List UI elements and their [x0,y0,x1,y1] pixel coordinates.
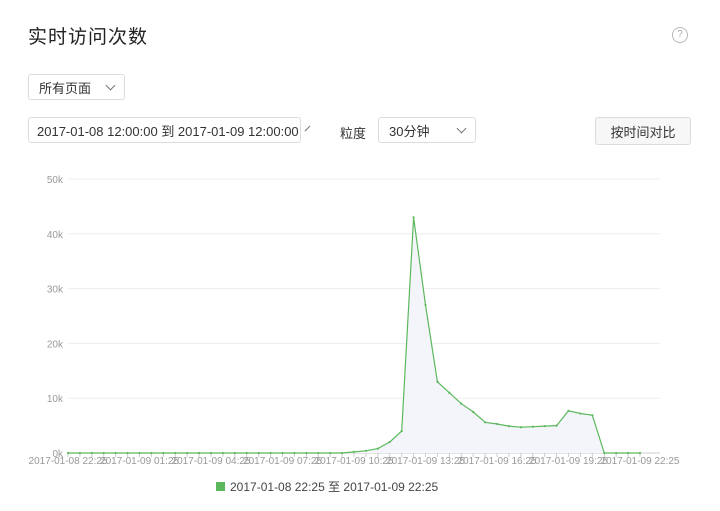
x-tick-label: 2017-01-08 22:25 [29,456,108,467]
legend-swatch [216,482,225,491]
data-point [591,414,594,417]
page-select-value: 所有页面 [39,80,92,96]
data-point [245,451,248,455]
data-point [162,451,165,455]
data-point [78,451,82,455]
date-range-select[interactable]: 2017-01-08 12:00:00 到 2017-01-09 12:00:0… [28,117,310,143]
data-point [626,451,630,455]
data-point [257,451,260,455]
data-point [317,451,320,455]
data-point [412,216,415,219]
data-point [495,422,499,426]
data-point [388,440,391,444]
x-tick-label: 2017-01-09 10:25 [315,456,394,467]
granularity-value: 30分钟 [389,123,430,139]
data-point [197,451,201,455]
granularity-label: 粒度 [340,126,367,141]
data-point [615,451,618,455]
data-point [269,451,272,455]
visits-area-chart: 0k10k20k30k40k50k2017-01-08 22:252017-01… [29,175,680,467]
data-point [340,451,344,455]
series-line [68,217,640,454]
x-tick-label: 2017-01-09 19:25 [529,456,608,467]
data-point [376,447,379,450]
data-point [126,451,129,455]
data-point [329,451,332,455]
data-point [209,451,213,455]
data-point [174,451,177,455]
date-range-value: 2017-01-08 12:00:00 到 2017-01-09 12:00:0… [37,123,299,139]
data-point [567,409,570,412]
data-point [305,451,308,455]
legend[interactable]: 2017-01-08 22:25 至 2017-01-09 22:25 [216,478,438,495]
x-tick-label: 2017-01-09 13:25 [386,456,465,467]
series-area [68,217,640,453]
data-point [543,425,546,428]
x-tick-label: 2017-01-09 22:25 [601,456,680,467]
data-point [638,451,642,455]
data-point [66,451,70,455]
y-tick-label: 50k [47,175,64,186]
x-tick-label: 2017-01-09 01:25 [100,456,179,467]
data-point [603,451,606,455]
compare-by-time-button[interactable]: 按时间对比 [595,117,691,145]
data-point [579,412,582,415]
data-point [519,426,522,429]
chevron-down-icon [456,123,467,133]
y-tick-label: 40k [47,230,64,241]
data-point [281,451,284,455]
data-point [90,451,93,455]
granularity-select[interactable]: 30分钟 [378,117,476,143]
x-tick-label: 2017-01-09 04:25 [172,456,251,467]
data-point [150,451,153,455]
page-select[interactable]: 所有页面 [28,74,125,100]
data-point [293,451,296,455]
data-point [472,410,475,413]
data-point [233,451,236,455]
chevron-down-icon [304,125,310,131]
data-point [531,425,534,428]
data-point [424,303,427,307]
data-point [102,451,105,455]
y-tick-label: 10k [47,394,64,405]
data-point [507,425,511,428]
data-point [138,451,141,455]
legend-label: 2017-01-08 22:25 至 2017-01-09 22:25 [230,480,439,494]
data-point [555,424,558,427]
question-circle-icon[interactable]: ? [672,27,688,43]
data-point [186,451,189,455]
data-point [483,421,487,424]
data-point [460,402,463,405]
data-point [221,451,225,455]
data-point [448,391,451,394]
data-point [114,451,117,455]
x-tick-label: 2017-01-09 07:25 [243,456,322,467]
data-point [364,449,368,452]
x-tick-label: 2017-01-09 16:25 [458,456,537,467]
y-tick-label: 20k [47,339,64,350]
data-point [352,450,356,454]
data-point [436,380,439,383]
page-title: 实时访问次数 [28,27,149,48]
chevron-down-icon [105,80,116,90]
data-point [400,429,403,433]
y-tick-label: 30k [47,285,64,296]
